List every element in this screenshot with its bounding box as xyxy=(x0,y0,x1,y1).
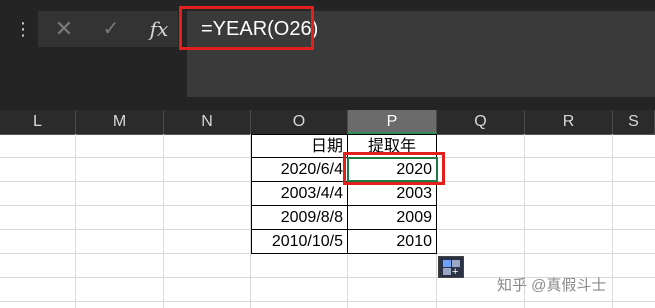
cell-year-2[interactable]: 2003 xyxy=(348,182,437,206)
cell-year-3[interactable]: 2009 xyxy=(348,206,437,230)
column-header-o[interactable]: O xyxy=(251,110,348,134)
column-header-m[interactable]: M xyxy=(76,110,164,134)
column-header-l[interactable]: L xyxy=(0,110,76,134)
cell-date-3[interactable]: 2009/8/8 xyxy=(251,206,348,230)
column-headers: L M N O P Q R S xyxy=(0,110,655,135)
column-header-s[interactable]: S xyxy=(613,110,655,134)
insert-function-icon[interactable]: fx xyxy=(143,11,175,47)
cancel-icon[interactable]: ✕ xyxy=(48,11,80,47)
formula-bar: ⋮ ✕ ✓ fx =YEAR(O26) xyxy=(0,0,655,110)
cell-year-4[interactable]: 2010 xyxy=(348,230,437,254)
watermark: 知乎 @真假斗士 xyxy=(497,277,607,294)
cell-date-4[interactable]: 2010/10/5 xyxy=(251,230,348,254)
cell-date-2[interactable]: 2003/4/4 xyxy=(251,182,348,206)
enter-check-icon[interactable]: ✓ xyxy=(95,11,127,47)
more-options-icon[interactable]: ⋮ xyxy=(14,18,32,40)
column-header-q[interactable]: Q xyxy=(437,110,525,134)
column-header-p[interactable]: P xyxy=(348,110,437,134)
quick-analysis-icon[interactable]: + xyxy=(438,256,464,278)
cell-date-1[interactable]: 2020/6/4 xyxy=(251,158,348,182)
header-date[interactable]: 日期 xyxy=(251,134,348,158)
column-header-r[interactable]: R xyxy=(525,110,613,134)
column-header-n[interactable]: N xyxy=(164,110,251,134)
formula-highlight-box xyxy=(179,6,314,50)
cell-highlight-box xyxy=(343,152,445,185)
